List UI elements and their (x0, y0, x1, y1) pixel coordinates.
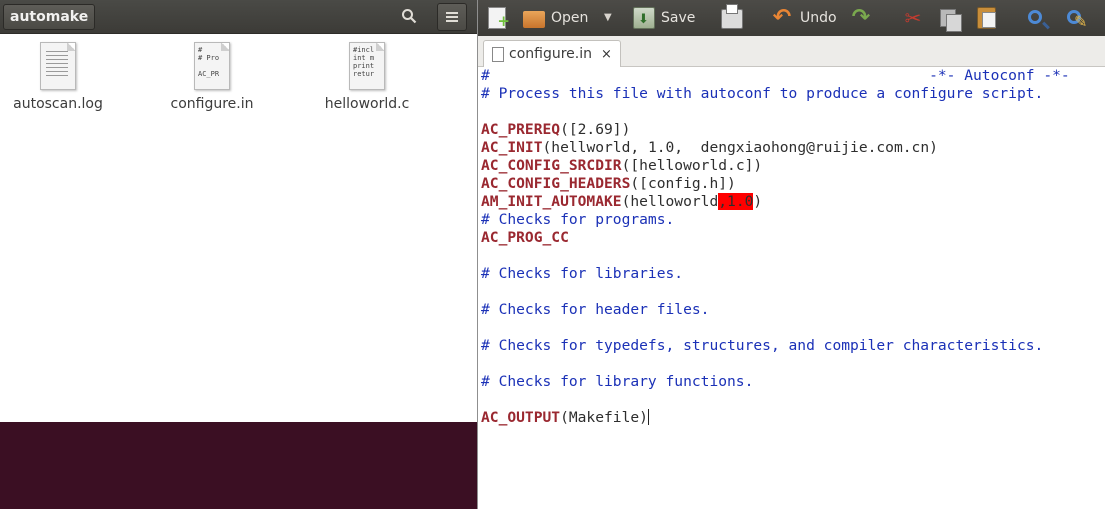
code-macro: AM_INIT_AUTOMAKE (481, 193, 622, 210)
code-comment: # Checks for library functions. (481, 373, 754, 390)
find-replace-button[interactable] (1067, 5, 1087, 35)
copy-button[interactable] (940, 5, 962, 32)
c-source-file-icon: #incl int m print retur (349, 42, 385, 90)
print-button[interactable] (721, 4, 743, 31)
text-file-icon (40, 42, 76, 90)
code-line: # Checks for header files. (481, 301, 1101, 319)
file-item-helloworld-c[interactable]: #incl int m print retur helloworld.c (307, 42, 427, 112)
file-manager-window: automake autoscan.log # # Pro AC_PR conf… (0, 0, 477, 422)
code-text: ([helloworld.c]) (621, 157, 763, 174)
code-macro: AC_CONFIG_HEADERS (481, 175, 631, 192)
code-macro: AC_INIT (481, 139, 543, 156)
search-icon[interactable] (394, 3, 424, 29)
file-name: configure.in (170, 96, 254, 112)
code-comment: # Checks for programs. (481, 211, 675, 228)
file-name: autoscan.log (13, 96, 103, 112)
save-button[interactable]: Save (633, 5, 696, 33)
text-editor-window: Open ▼ Save ↶ Undo ↷ ✂ (477, 0, 1105, 509)
find-replace-icon (1067, 9, 1087, 35)
new-document-button[interactable] (488, 5, 510, 34)
file-item-autoscan-log[interactable]: autoscan.log (0, 42, 118, 112)
new-document-icon (488, 7, 510, 34)
redo-icon: ↷ (851, 5, 871, 30)
folder-open-icon (523, 11, 545, 28)
editor-toolbar: Open ▼ Save ↶ Undo ↷ ✂ (478, 0, 1105, 36)
code-line: AC_CONFIG_SRCDIR([helloworld.c]) (481, 157, 1101, 175)
path-bar-button[interactable]: automake (3, 4, 96, 30)
code-line: # Checks for library functions. (481, 373, 1101, 391)
code-macro: AC_CONFIG_SRCDIR (481, 157, 622, 174)
code-text: ) (753, 193, 763, 210)
text-cursor (647, 409, 649, 425)
file-preview: #incl int m print retur (353, 46, 375, 78)
code-text: (helloworld (621, 193, 719, 210)
code-line: # Checks for libraries. (481, 265, 1101, 283)
file-name: helloworld.c (324, 96, 410, 112)
close-icon[interactable]: × (601, 47, 612, 62)
open-button[interactable]: Open (523, 5, 588, 31)
file-item-configure-in[interactable]: # # Pro AC_PR configure.in (152, 42, 272, 112)
code-editor-area[interactable]: # -*- Autoconf -*- # Process this file wi… (481, 67, 1101, 427)
code-macro: AC_PROG_CC (481, 229, 569, 246)
open-recent-dropdown[interactable]: ▼ (604, 5, 612, 31)
paste-button[interactable] (977, 5, 996, 31)
code-comment: # Checks for typedefs, structures, and c… (481, 337, 1044, 354)
file-manager-header: automake (0, 0, 477, 34)
tab-title: configure.in (509, 46, 592, 62)
search-icon (1028, 10, 1042, 24)
code-line: # Checks for programs. (481, 211, 1101, 229)
find-button[interactable] (1028, 5, 1042, 31)
undo-button[interactable]: ↶ Undo (770, 5, 837, 31)
paste-icon (977, 7, 996, 29)
code-line: AC_PROG_CC (481, 229, 1101, 247)
code-line: # Checks for typedefs, structures, and c… (481, 337, 1101, 355)
code-macro: AC_PREREQ (481, 121, 561, 138)
code-comment: # Checks for libraries. (481, 265, 684, 282)
code-text: (hellworld, 1.0, dengxiaohong@ruijie.com… (542, 139, 938, 156)
document-icon (492, 46, 504, 62)
code-line: AC_INIT(hellworld, 1.0, dengxiaohong@rui… (481, 139, 1101, 157)
code-text: ([2.69]) (560, 121, 631, 138)
code-line: # Process this file with autoconf to pro… (481, 85, 1101, 103)
code-line: # -*- Autoconf -*- (481, 67, 1101, 85)
text-file-icon: # # Pro AC_PR (194, 42, 230, 90)
code-line: AM_INIT_AUTOMAKE(helloworld,1.0) (481, 193, 1101, 211)
print-icon (721, 4, 743, 29)
tab-configure-in[interactable]: configure.in × (483, 40, 621, 67)
scissors-icon: ✂ (904, 6, 922, 30)
code-comment: # Process this file with autoconf to pro… (481, 85, 1044, 102)
menu-icon[interactable] (437, 3, 467, 31)
open-label: Open (551, 10, 589, 26)
undo-label: Undo (800, 10, 837, 26)
code-macro: AC_OUTPUT (481, 409, 561, 426)
copy-icon (940, 9, 962, 32)
undo-icon: ↶ (772, 5, 792, 30)
code-line: AC_CONFIG_HEADERS([config.h]) (481, 175, 1101, 193)
save-icon (633, 7, 655, 33)
file-preview: # # Pro AC_PR (198, 46, 220, 78)
code-line: AC_PREREQ([2.69]) (481, 121, 1101, 139)
save-label: Save (661, 10, 696, 26)
highlighted-text: ,1.0 (718, 193, 754, 210)
cut-button[interactable]: ✂ (902, 5, 924, 31)
code-comment: # -*- Autoconf -*- (481, 67, 1070, 84)
chevron-down-icon: ▼ (604, 12, 612, 23)
code-text: (Makefile) (560, 409, 648, 426)
code-line: AC_OUTPUT(Makefile) (481, 409, 1101, 427)
code-comment: # Checks for header files. (481, 301, 710, 318)
code-text: ([config.h]) (630, 175, 736, 192)
redo-button[interactable]: ↷ (849, 5, 873, 31)
document-tab-bar: configure.in × (478, 36, 1105, 67)
